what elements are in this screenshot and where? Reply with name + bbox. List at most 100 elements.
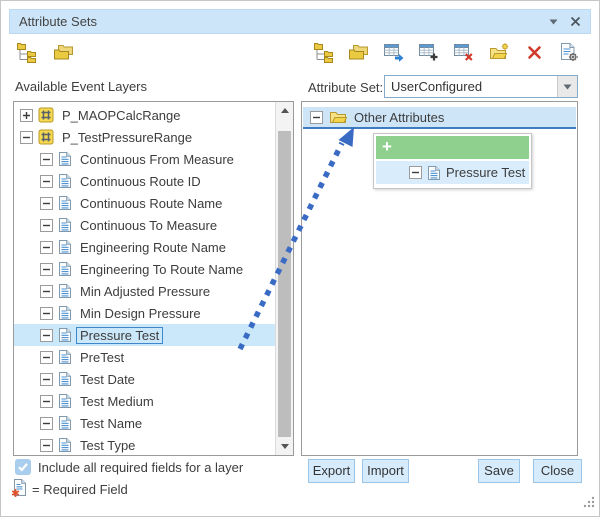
collapse-button[interactable]: [549, 19, 558, 25]
tree-item[interactable]: Min Design Pressure: [14, 302, 275, 324]
tree-item[interactable]: PreTest: [14, 346, 275, 368]
tree-item-label[interactable]: Test Type: [77, 438, 138, 453]
tree-item[interactable]: Continuous From Measure: [14, 148, 275, 170]
expander-minus-icon[interactable]: [40, 241, 53, 254]
tree-item-label[interactable]: Pressure Test: [77, 328, 162, 343]
dialog-title: Attribute Sets: [19, 14, 549, 29]
expander-minus-icon[interactable]: [40, 395, 53, 408]
tree-item-label[interactable]: Engineering To Route Name: [77, 262, 246, 277]
attribute-sets-dialog: Attribute Sets Available Event Layers At…: [0, 0, 600, 517]
expander-minus-icon[interactable]: [40, 439, 53, 452]
open-folder-icon: [329, 110, 348, 125]
group-label[interactable]: Other Attributes: [354, 110, 444, 125]
tree-item-label[interactable]: Continuous Route ID: [77, 174, 204, 189]
available-layers-heading: Available Event Layers: [15, 79, 147, 94]
expander-minus-icon[interactable]: [310, 111, 323, 124]
scrollbar-thumb[interactable]: [278, 131, 291, 437]
layer-tree-icon[interactable]: [312, 40, 336, 64]
tree-scrollbar[interactable]: [275, 102, 293, 455]
delete-icon[interactable]: [522, 40, 546, 64]
tree-item-label[interactable]: Continuous From Measure: [77, 152, 237, 167]
attribute-doc-icon: [58, 151, 72, 167]
event-layer-icon: [38, 107, 54, 123]
scroll-up-button[interactable]: [276, 103, 293, 118]
expander-minus-icon[interactable]: [20, 131, 33, 144]
tree-item-label[interactable]: Min Adjusted Pressure: [77, 284, 213, 299]
expander-minus-icon[interactable]: [40, 153, 53, 166]
table-remove-icon[interactable]: [452, 40, 476, 64]
tree-item[interactable]: Engineering To Route Name: [14, 258, 275, 280]
caret-down-icon: [549, 19, 558, 25]
tree-item-other-attributes[interactable]: Other Attributes: [303, 107, 576, 129]
open-folders-icon[interactable]: [347, 40, 371, 64]
tree-item-label[interactable]: P_MAOPCalcRange: [59, 108, 184, 123]
tree-item[interactable]: Test Medium: [14, 390, 275, 412]
tree-item[interactable]: Test Type: [14, 434, 275, 453]
folder-new-icon[interactable]: [487, 40, 511, 64]
tree-item[interactable]: Engineering Route Name: [14, 236, 275, 258]
tree-item-label[interactable]: Test Medium: [77, 394, 157, 409]
tree-item-label[interactable]: P_TestPressureRange: [59, 130, 195, 145]
close-button[interactable]: [570, 16, 581, 27]
expander-minus-icon[interactable]: [40, 329, 53, 342]
tree-item-label[interactable]: Test Date: [77, 372, 138, 387]
attribute-doc-icon: [58, 415, 72, 431]
table-add-icon[interactable]: [417, 40, 441, 64]
attribute-set-dropdown[interactable]: UserConfigured: [384, 75, 578, 98]
open-folders-icon[interactable]: [52, 40, 76, 64]
import-button[interactable]: Import: [362, 459, 409, 483]
scroll-down-button[interactable]: [276, 439, 293, 454]
expander-minus-icon[interactable]: [40, 219, 53, 232]
tree-item-label[interactable]: Engineering Route Name: [77, 240, 229, 255]
tree-item-label[interactable]: Test Name: [77, 416, 145, 431]
export-button[interactable]: Export: [308, 459, 355, 483]
attribute-doc-icon: [58, 239, 72, 255]
expander-minus-icon[interactable]: [40, 417, 53, 430]
attribute-set-panel: Other Attributes + Pressure Test: [301, 101, 578, 456]
tree-item[interactable]: Min Adjusted Pressure: [14, 280, 275, 302]
attribute-set-value: UserConfigured: [385, 76, 557, 97]
tree-item[interactable]: Pressure Test: [14, 324, 275, 346]
attribute-doc-icon: [58, 349, 72, 365]
event-layer-icon: [38, 129, 54, 145]
drag-item-label: Pressure Test: [446, 165, 525, 180]
include-required-checkbox[interactable]: [15, 459, 31, 475]
expander-minus-icon[interactable]: [40, 285, 53, 298]
expander-minus-icon[interactable]: [40, 175, 53, 188]
close-button[interactable]: Close: [533, 459, 582, 483]
resize-grip[interactable]: [582, 495, 595, 511]
tree-item-label[interactable]: PreTest: [77, 350, 127, 365]
attribute-doc-icon: [58, 173, 72, 189]
titlebar[interactable]: Attribute Sets: [9, 9, 591, 34]
tree-item[interactable]: Continuous Route Name: [14, 192, 275, 214]
dropdown-arrow-button[interactable]: [557, 76, 577, 97]
document-settings-icon[interactable]: [557, 40, 581, 64]
expander-minus-icon[interactable]: [40, 263, 53, 276]
attribute-doc-icon: [58, 437, 72, 453]
tree-item[interactable]: P_MAOPCalcRange: [14, 104, 275, 126]
attribute-set-label: Attribute Set:: [308, 80, 383, 95]
expander-minus-icon[interactable]: [40, 197, 53, 210]
tree-item[interactable]: P_TestPressureRange: [14, 126, 275, 148]
attribute-set-toolbar: [312, 40, 581, 64]
layer-tree-icon[interactable]: [15, 40, 39, 64]
save-button[interactable]: Save: [478, 459, 520, 483]
attribute-doc-icon: [58, 283, 72, 299]
attribute-doc-icon: [58, 305, 72, 321]
tree-item[interactable]: Test Name: [14, 412, 275, 434]
expander-plus-icon[interactable]: [20, 109, 33, 122]
required-field-legend: = Required Field: [32, 482, 128, 497]
tree-item[interactable]: Continuous To Measure: [14, 214, 275, 236]
tree-item-label[interactable]: Continuous Route Name: [77, 196, 225, 211]
table-export-icon[interactable]: [382, 40, 406, 64]
expander-minus-icon[interactable]: [40, 373, 53, 386]
check-icon: [17, 461, 29, 473]
tree-item-label[interactable]: Continuous To Measure: [77, 218, 220, 233]
layers-toolbar: [15, 40, 76, 64]
close-icon: [570, 16, 581, 27]
expander-minus-icon[interactable]: [40, 351, 53, 364]
tree-item[interactable]: Test Date: [14, 368, 275, 390]
tree-item-label[interactable]: Min Design Pressure: [77, 306, 204, 321]
tree-item[interactable]: Continuous Route ID: [14, 170, 275, 192]
expander-minus-icon[interactable]: [40, 307, 53, 320]
